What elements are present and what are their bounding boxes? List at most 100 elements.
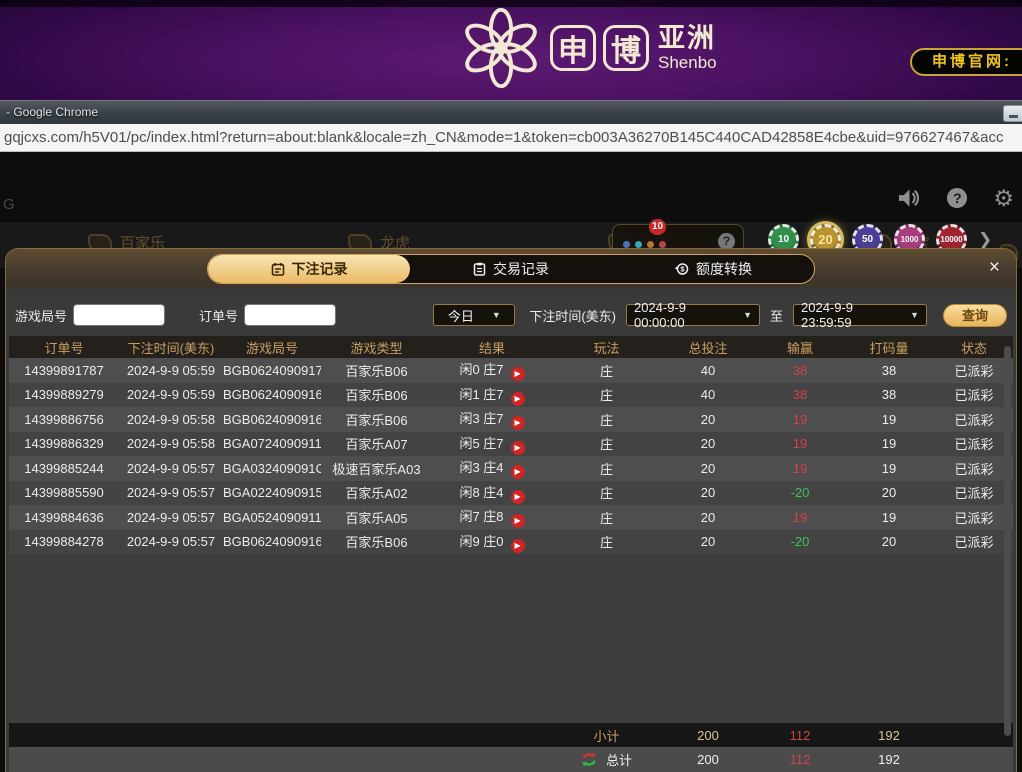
column-header: 订单号 (9, 338, 119, 357)
cell-time: 2024-9-9 05:59 (119, 363, 223, 378)
cell-bet: 20 (661, 436, 755, 451)
table-empty-area (9, 554, 1013, 723)
cell-bet: 20 (661, 412, 755, 427)
cell-type: 百家乐B06 (321, 532, 432, 551)
close-icon[interactable]: × (989, 258, 1000, 277)
total-row: 总计 200 112 192 (9, 747, 1013, 772)
cell-type: 百家乐A05 (321, 508, 432, 527)
cell-order: 14399891787 (9, 363, 119, 378)
cell-round: BGA032409091C3 (223, 461, 321, 476)
cell-status: 已派彩 (933, 508, 1015, 527)
date-range-select[interactable]: 今日 ▼ (433, 304, 515, 326)
to-label: 至 (770, 306, 783, 325)
cell-type: 极速百家乐A03 (321, 459, 432, 478)
table-scrollbar[interactable] (1004, 346, 1011, 736)
official-site-button[interactable]: 申博官网: (910, 48, 1022, 76)
order-number-label: 订单号 (199, 306, 238, 325)
cell-play: 庄 (552, 483, 661, 502)
cell-turnover: 19 (845, 461, 933, 476)
speaker-icon[interactable] (898, 188, 921, 208)
replay-icon[interactable]: ▶ (511, 539, 525, 553)
date-from-select[interactable]: 2024-9-9 00:00:00 ▼ (626, 304, 760, 326)
cell-result: 闲3 庄7▶ (432, 408, 552, 430)
cell-turnover: 19 (845, 436, 933, 451)
cell-status: 已派彩 (933, 434, 1015, 453)
tab-label: 额度转换 (696, 259, 752, 279)
site-header: 申 博 亚洲 Shenbo 申博官网: (0, 0, 1022, 100)
svg-text:$: $ (680, 265, 685, 274)
subtotal-winloss: 112 (755, 728, 845, 743)
game-round-input[interactable] (73, 304, 165, 326)
subtotal-bet: 200 (661, 728, 755, 743)
table-row: 143998852442024-9-9 05:57BGA032409091C3极… (9, 456, 1013, 481)
column-header: 结果 (432, 338, 552, 357)
refresh-icon[interactable] (581, 752, 597, 767)
cell-type: 百家乐A07 (321, 434, 432, 453)
cell-time: 2024-9-9 05:58 (119, 412, 223, 427)
tab-transaction-records[interactable]: 交易记录 (410, 255, 612, 283)
replay-icon[interactable]: ▶ (511, 392, 525, 406)
cell-bet: 40 (661, 387, 755, 402)
replay-icon[interactable]: ▶ (511, 416, 525, 430)
cell-order: 14399884636 (9, 510, 119, 525)
window-control-button[interactable] (1003, 105, 1022, 122)
cell-type: 百家乐B06 (321, 385, 432, 404)
cell-result: 闲5 庄7▶ (432, 433, 552, 455)
tab-label: 下注记录 (292, 259, 348, 279)
total-bet: 200 (661, 752, 755, 767)
cell-round: BGA02240909153 (223, 485, 321, 500)
table-row: 143998892792024-9-9 05:59BGB0624090916F百… (9, 383, 1013, 408)
cell-bet: 40 (661, 363, 755, 378)
table-row: 143998855902024-9-9 05:57BGA02240909153百… (9, 481, 1013, 506)
replay-icon[interactable]: ▶ (511, 465, 525, 479)
replay-icon[interactable]: ▶ (511, 490, 525, 504)
cell-time: 2024-9-9 05:57 (119, 461, 223, 476)
cell-round: BGB06240909170 (223, 363, 321, 378)
tab-credit-transfer[interactable]: $ 额度转换 (612, 255, 814, 283)
cell-play: 庄 (552, 508, 661, 527)
replay-icon[interactable]: ▶ (511, 441, 525, 455)
chevron-down-icon: ▼ (743, 310, 752, 320)
cell-round: BGA05240909111 (223, 510, 321, 525)
cell-winloss: 19 (755, 461, 845, 476)
subtotal-row: 小计 200 112 192 (9, 723, 1013, 747)
cell-status: 已派彩 (933, 459, 1015, 478)
chrome-titlebar: - Google Chrome (0, 100, 1022, 124)
cell-status: 已派彩 (933, 410, 1015, 429)
date-to-select[interactable]: 2024-9-9 23:59:59 ▼ (793, 304, 927, 326)
lotus-flower-icon (462, 6, 540, 90)
cell-result: 闲7 庄8▶ (432, 506, 552, 528)
column-header: 输赢 (755, 338, 845, 357)
order-number-input[interactable] (244, 304, 336, 326)
cell-round: BGA0724090911F (223, 436, 321, 451)
tab-bet-records[interactable]: 下注记录 (208, 255, 410, 283)
column-header: 总投注 (661, 338, 755, 357)
cell-winloss: 19 (755, 412, 845, 427)
chips-next-icon[interactable]: ❯ (978, 230, 992, 250)
table-row: 143998842782024-9-9 05:57BGB0624090916D百… (9, 530, 1013, 555)
total-winloss: 112 (755, 752, 845, 767)
cell-status: 已派彩 (933, 385, 1015, 404)
cell-type: 百家乐A02 (321, 483, 432, 502)
cell-bet: 20 (661, 485, 755, 500)
table-row: 143998846362024-9-9 05:57BGA05240909111百… (9, 505, 1013, 530)
total-turnover: 192 (845, 752, 933, 767)
cell-status: 已派彩 (933, 361, 1015, 380)
replay-icon[interactable]: ▶ (511, 367, 525, 381)
cell-winloss: -20 (755, 485, 845, 500)
help-icon[interactable]: ? (947, 188, 967, 208)
cell-result: 闲8 庄4▶ (432, 482, 552, 504)
cell-time: 2024-9-9 05:59 (119, 387, 223, 402)
replay-icon[interactable]: ▶ (511, 514, 525, 528)
table-header-row: 订单号下注时间(美东)游戏局号游戏类型结果玩法总投注输赢打码量状态 (9, 336, 1013, 358)
address-bar[interactable]: gqjcxs.com/h5V01/pc/index.html?return=ab… (0, 124, 1022, 152)
cell-round: BGB0624090916D (223, 534, 321, 549)
cell-result: 闲3 庄4▶ (432, 457, 552, 479)
cell-bet: 20 (661, 534, 755, 549)
query-button[interactable]: 查询 (943, 304, 1007, 327)
column-header: 玩法 (552, 338, 661, 357)
table-body: 143998917872024-9-9 05:59BGB06240909170百… (9, 358, 1013, 554)
tab-label: 交易记录 (493, 259, 549, 279)
settings-gear-icon[interactable]: ⚙ (993, 188, 1014, 208)
cell-result: 闲1 庄7▶ (432, 384, 552, 406)
